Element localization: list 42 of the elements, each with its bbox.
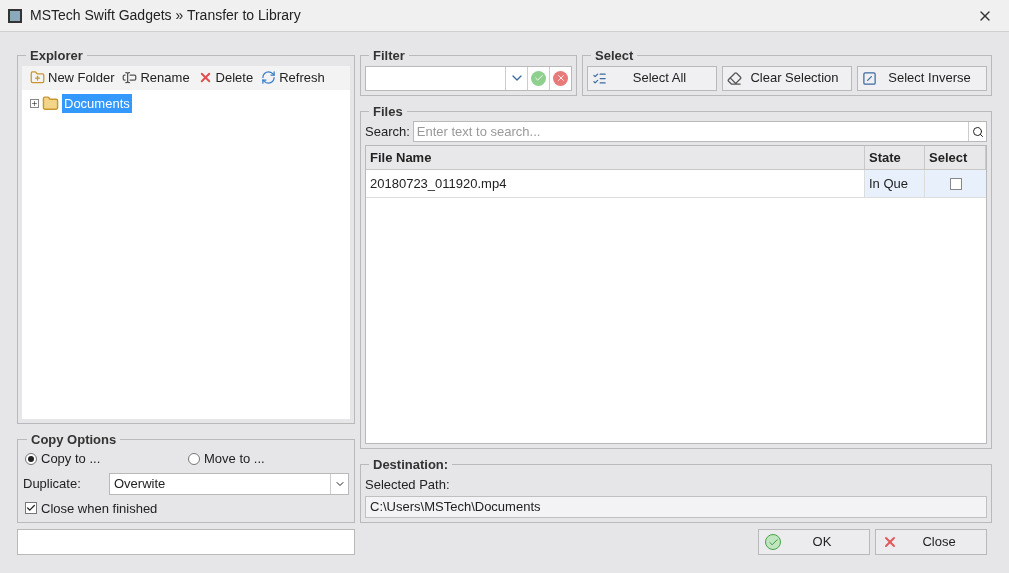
select-button[interactable]: Clear Selection — [722, 65, 852, 91]
field-label: Duplicate: — [23, 474, 82, 493]
group-title: Filter — [372, 47, 406, 65]
folder-plus-icon — [30, 70, 45, 85]
dialog-button[interactable]: OK — [758, 529, 870, 555]
close-icon — [882, 534, 898, 550]
expand-icon[interactable] — [30, 98, 39, 108]
group-title: Explorer — [29, 47, 84, 65]
radio-button[interactable]: Copy to ... — [23, 449, 186, 469]
column-header[interactable]: File Name — [366, 146, 865, 169]
field-label: Selected Path: — [365, 475, 451, 494]
group-title: Destination: — [372, 456, 450, 474]
search-label: Search: — [365, 122, 410, 141]
select-button[interactable]: Select All — [587, 65, 717, 91]
group-title: Files — [372, 102, 404, 121]
column-header[interactable]: State — [865, 146, 925, 169]
folder-icon — [42, 94, 59, 112]
filter-field[interactable] — [365, 65, 572, 91]
search-icon[interactable] — [971, 125, 984, 138]
refresh-icon — [261, 70, 277, 85]
select-button[interactable]: Select Inverse — [857, 65, 987, 91]
toolbar-button[interactable]: Refresh — [261, 67, 325, 88]
list-icon — [592, 70, 607, 86]
checkbox[interactable]: Close when finished — [23, 498, 349, 518]
group-title: Copy Options — [30, 430, 118, 449]
eraser-icon — [727, 70, 742, 86]
app-icon — [8, 8, 22, 23]
radio-button[interactable]: Move to ... — [186, 449, 349, 469]
toolbar-button[interactable]: Rename — [122, 67, 190, 88]
table-cell: In Que — [865, 170, 925, 197]
checkmark-icon — [26, 503, 36, 514]
window-title: MSTech Swift Gadgets » Transfer to Library — [30, 6, 302, 25]
dropdown[interactable]: Overwite — [109, 472, 349, 495]
square-slash-icon — [862, 70, 877, 86]
row-checkbox[interactable] — [949, 177, 962, 190]
toolbar-button[interactable]: New Folder — [30, 67, 115, 88]
group-title: Select — [594, 47, 635, 65]
toolbar-button[interactable]: Delete — [197, 67, 254, 88]
text-cursor-icon — [122, 70, 138, 85]
column-header[interactable]: Select — [925, 146, 986, 169]
path-field: C:\Users\MSTech\Documents — [365, 496, 987, 518]
dialog-button[interactable]: Close — [875, 529, 987, 555]
